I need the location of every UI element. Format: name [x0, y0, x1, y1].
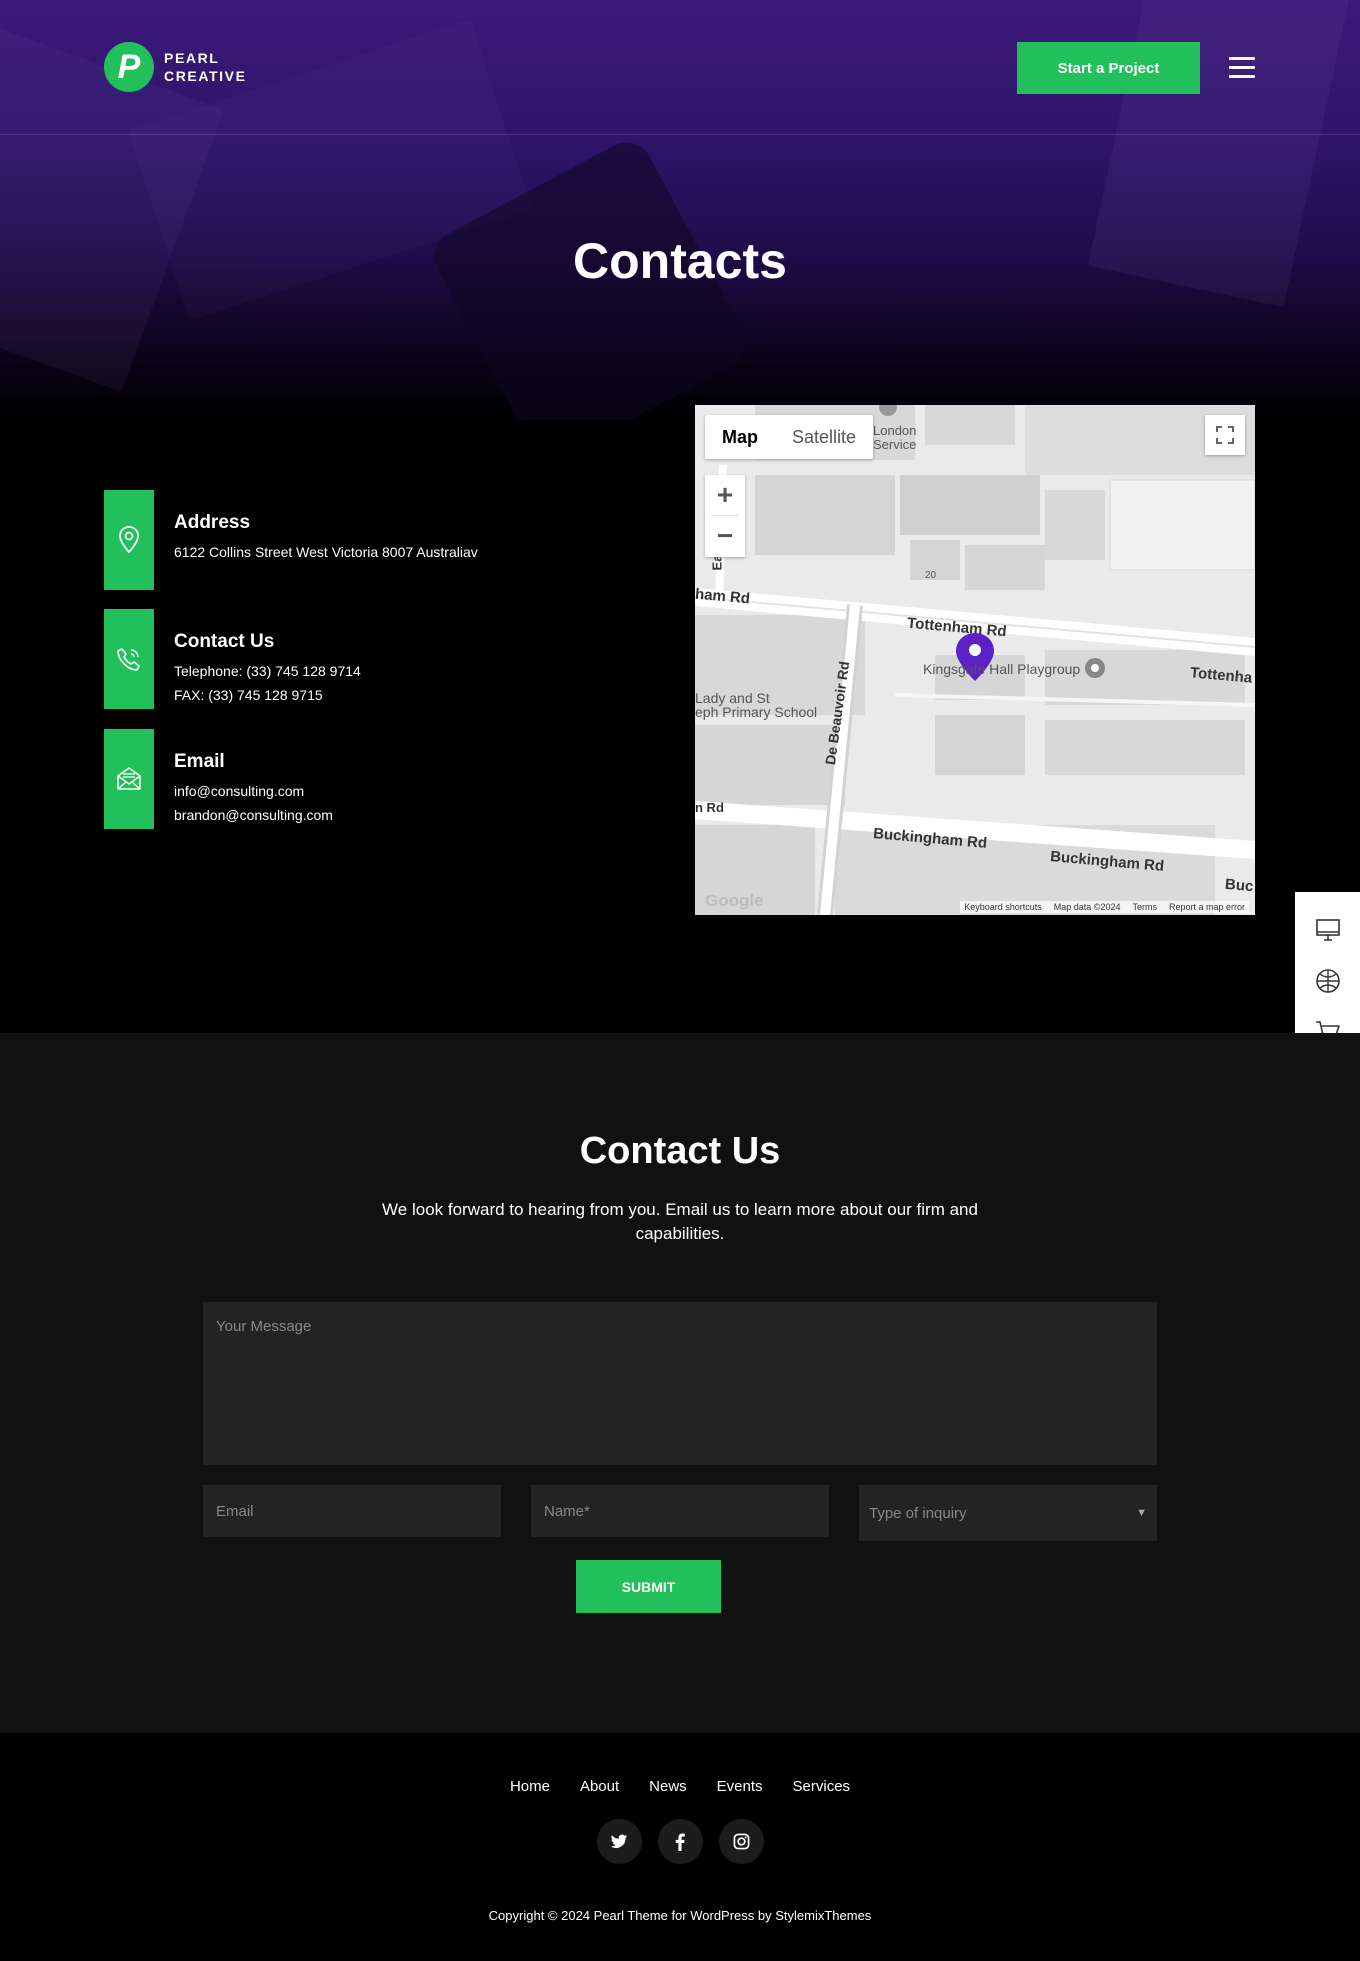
inquiry-select-value: Type of inquiry — [869, 1504, 967, 1522]
map-type-tabs: Map Satellite — [705, 415, 874, 459]
section-subtitle: We look forward to hearing from you. Ema… — [382, 1200, 978, 1243]
email-link[interactable]: info@consulting.com — [174, 779, 333, 803]
start-project-button[interactable]: Start a Project — [1017, 42, 1200, 94]
name-field[interactable] — [531, 1485, 829, 1537]
email-block: Email info@consulting.com brandon@consul… — [104, 729, 664, 829]
address-block: Address 6122 Collins Street West Victori… — [104, 490, 664, 590]
footer-nav-services[interactable]: Services — [793, 1778, 851, 1795]
phone-body: Contact Us Telephone: (33) 745 128 9714 … — [174, 631, 361, 707]
contact-form-section: Contact Us We look forward to hearing fr… — [0, 1033, 1360, 1733]
email-field[interactable] — [203, 1485, 501, 1537]
page-title: Contacts — [573, 233, 787, 289]
logo-line-2: CREATIVE — [164, 68, 247, 84]
address-title: Address — [174, 512, 251, 533]
tab-satellite[interactable]: Satellite — [775, 415, 873, 459]
logo-text: PEARL CREATIVE — [164, 49, 247, 85]
phone-block: Contact Us Telephone: (33) 745 128 9714 … — [104, 609, 664, 709]
tab-map[interactable]: Map — [705, 415, 775, 459]
submit-button[interactable]: SUBMIT — [576, 1560, 721, 1613]
keyboard-shortcuts-link[interactable]: Keyboard shortcuts — [964, 902, 1042, 912]
hamburger-bar — [1229, 66, 1255, 69]
map-pin-icon — [104, 490, 154, 590]
report-error-link[interactable]: Report a map error — [1169, 902, 1245, 912]
place-label: Kingsgate Hall Playgroup — [923, 661, 1081, 677]
globe-icon[interactable] — [1313, 966, 1343, 996]
logo-line-1: PEARL — [164, 50, 220, 66]
hamburger-bar — [1229, 75, 1255, 78]
phone-title: Contact Us — [174, 631, 275, 652]
telephone-line: Telephone: (33) 745 128 9714 — [174, 663, 361, 679]
footer-nav-about[interactable]: About — [580, 1778, 619, 1795]
email-body: Email info@consulting.com brandon@consul… — [174, 751, 333, 827]
section-title: Contact Us — [579, 1130, 781, 1172]
address-line: 6122 Collins Street West Victoria 8007 A… — [174, 544, 478, 560]
google-logo: Google — [705, 891, 764, 910]
address-body: Address 6122 Collins Street West Victori… — [174, 512, 478, 564]
fax-line: FAX: (33) 745 128 9715 — [174, 687, 323, 703]
terms-link[interactable]: Terms — [1132, 902, 1157, 912]
hamburger-bar — [1229, 57, 1255, 60]
footer-nav-news[interactable]: News — [649, 1778, 687, 1795]
logo-mark: P — [104, 42, 154, 92]
envelope-icon — [104, 729, 154, 829]
fullscreen-icon[interactable] — [1205, 415, 1245, 455]
place-label: Service — [873, 437, 917, 452]
instagram-icon[interactable] — [718, 1819, 764, 1864]
place-label: eph Primary School — [695, 704, 818, 720]
twitter-icon[interactable] — [596, 1819, 642, 1864]
page: P PEARL CREATIVE Start a Project Contact… — [0, 0, 1360, 1961]
social-links — [0, 1819, 1360, 1864]
chevron-down-icon: ▼ — [1136, 1507, 1147, 1519]
site-logo[interactable]: P PEARL CREATIVE — [104, 42, 247, 92]
map-zoom-control: + − — [705, 475, 745, 557]
monitor-icon[interactable] — [1313, 915, 1343, 945]
road-label: Buc — [1224, 875, 1255, 896]
inquiry-select[interactable]: Type of inquiry ▼ — [859, 1485, 1157, 1541]
site-header: P PEARL CREATIVE Start a Project — [0, 0, 1360, 135]
email-link[interactable]: brandon@consulting.com — [174, 803, 333, 827]
footer-nav-home[interactable]: Home — [510, 1778, 550, 1795]
site-footer: Home About News Events Services Copyrigh… — [0, 1733, 1360, 1961]
map-footer: Keyboard shortcuts Map data ©2024 Terms … — [960, 901, 1249, 913]
email-title: Email — [174, 751, 225, 772]
zoom-in-button[interactable]: + — [705, 475, 745, 515]
hero-banner: P PEARL CREATIVE Start a Project Contact… — [0, 0, 1360, 420]
copyright-text: Copyright © 2024 Pearl Theme for WordPre… — [488, 1908, 872, 1923]
zoom-out-button[interactable]: − — [705, 516, 745, 556]
footer-nav-events[interactable]: Events — [717, 1778, 763, 1795]
facebook-icon[interactable] — [657, 1819, 703, 1864]
footer-nav: Home About News Events Services — [0, 1778, 1360, 1795]
place-label: London — [873, 423, 917, 438]
hamburger-icon[interactable] — [1229, 57, 1255, 79]
phone-icon — [104, 609, 154, 709]
message-textarea[interactable] — [203, 1302, 1157, 1465]
google-map[interactable]: ham Rd Tottenham Rd Tottenha De Beauvoir… — [695, 405, 1255, 915]
road-label: n Rd — [695, 800, 724, 815]
map-data-label: Map data ©2024 — [1053, 902, 1121, 912]
place-label: 20 — [925, 570, 937, 581]
